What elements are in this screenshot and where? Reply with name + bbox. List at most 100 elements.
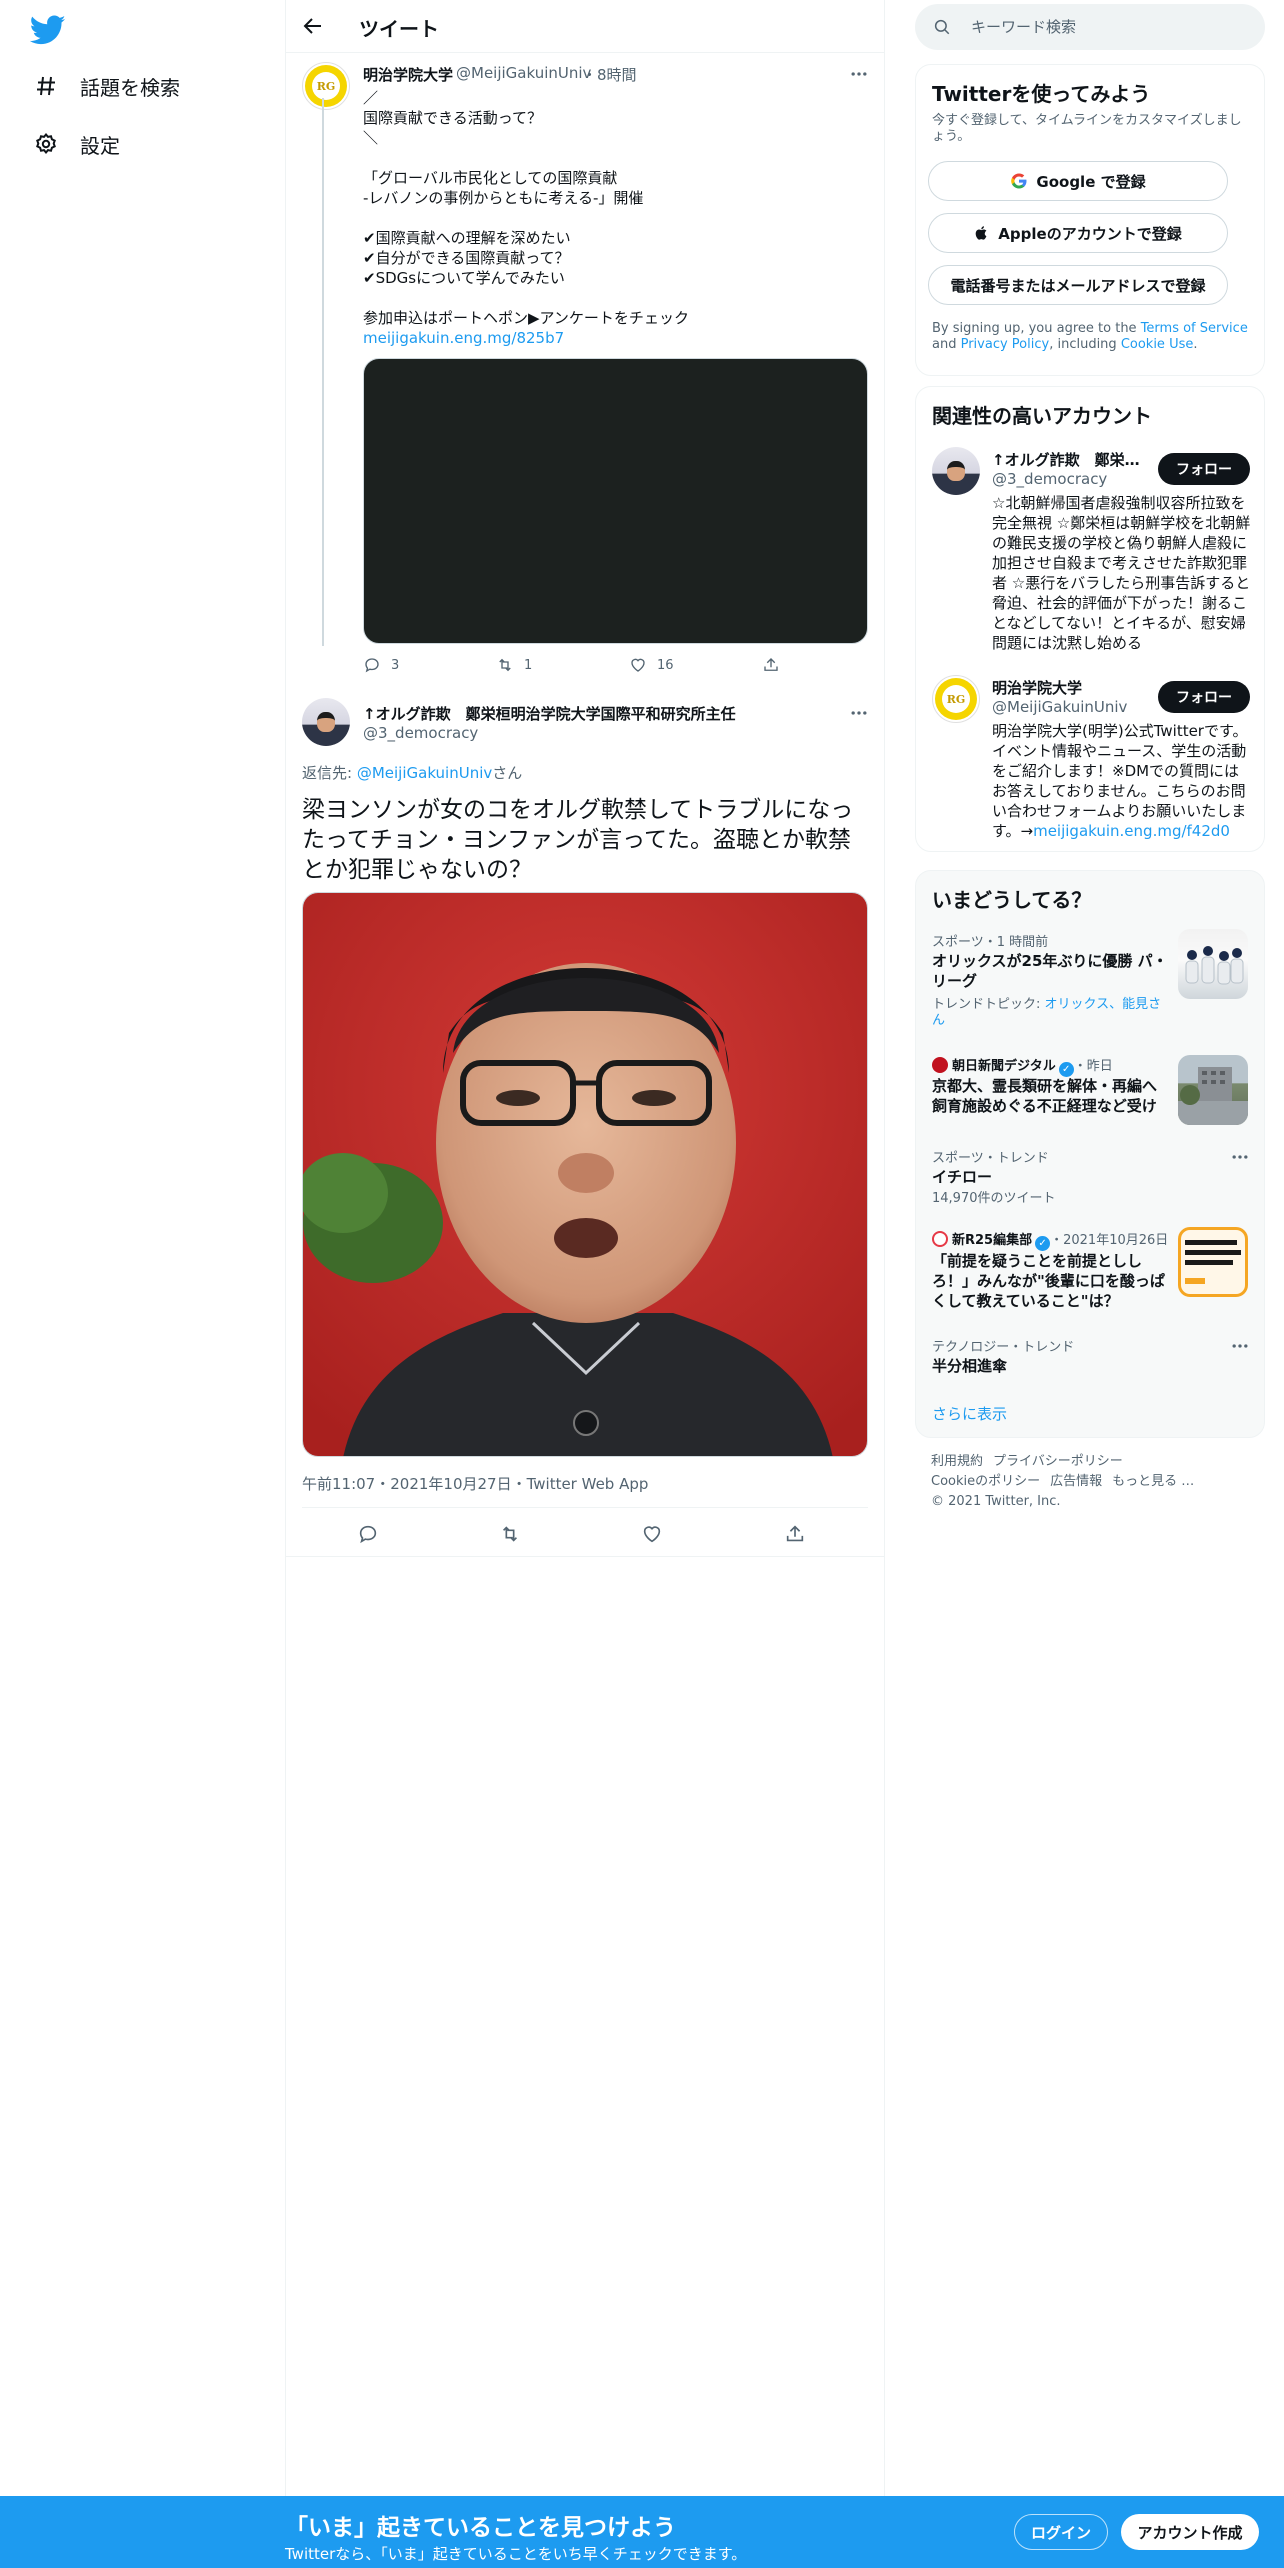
relevant-title: 関連性の高いアカウント: [932, 404, 1152, 428]
trend-title: 「前提を疑うことを前提とししろ！」みんなが"後輩に口を酸っぱくして教えていること…: [932, 1252, 1165, 1310]
back-arrow-icon[interactable]: [301, 14, 325, 38]
search-input[interactable]: [971, 4, 1251, 50]
left-nav: 話題を検索 設定: [0, 0, 285, 2568]
retweet-icon[interactable]: [499, 1523, 521, 1545]
avatar[interactable]: RG: [932, 675, 980, 723]
footer-link[interactable]: プライバシーポリシー: [993, 1454, 1123, 1469]
copyright: © 2021 Twitter, Inc.: [931, 1494, 1061, 1509]
trend-thumbnail: [1178, 1055, 1248, 1125]
more-options-icon[interactable]: [849, 703, 869, 723]
main-header: ツイート: [286, 0, 884, 53]
asahi-source-icon: [932, 1057, 948, 1073]
twitter-logo-icon[interactable]: [30, 12, 66, 48]
like-button[interactable]: 16: [629, 656, 739, 674]
tweet-actions: [302, 1518, 868, 1550]
signup-button[interactable]: アカウント作成: [1121, 2514, 1259, 2550]
login-button[interactable]: ログイン: [1014, 2514, 1108, 2550]
terms-link[interactable]: Terms of Service: [1141, 321, 1248, 336]
account-name[interactable]: ↑オルグ詐欺 鄭栄桓明治学院大学国際平和研究所主任: [992, 449, 1152, 470]
tweet-link[interactable]: meijigakuin.eng.mg/825b7: [363, 329, 564, 347]
share-icon: [764, 658, 778, 671]
tweet-author-handle[interactable]: @MeijiGakuinUniv: [456, 64, 591, 82]
reply-button[interactable]: 3: [363, 656, 473, 674]
r25-source-icon: [932, 1231, 948, 1247]
trend-meta: 朝日新聞デジタル ✓ ・昨日: [932, 1055, 1113, 1077]
divider: [302, 1507, 868, 1508]
phone-email-signup-button[interactable]: 電話番号またはメールアドレスで登録: [928, 265, 1228, 305]
more-options-icon[interactable]: [1230, 1147, 1250, 1167]
avatar[interactable]: RG: [302, 62, 350, 110]
privacy-link[interactable]: Privacy Policy: [961, 337, 1050, 352]
tweet-meta[interactable]: 午前11:07・2021年10月27日・Twitter Web App: [302, 1473, 648, 1494]
nav-settings[interactable]: 設定: [34, 124, 120, 164]
apple-icon: [974, 224, 990, 242]
tweet-text: 梁ヨンソンが女のコをオルグ軟禁してトラブルになったってチョン・ヨンファンが言って…: [302, 797, 854, 883]
reply-context: 返信先: @MeijiGakuinUnivさん: [302, 764, 523, 782]
tweet-photo[interactable]: [302, 892, 868, 1457]
google-signup-button[interactable]: Google で登録: [928, 161, 1228, 201]
trend-title: イチロー: [932, 1168, 993, 1186]
tweet-author-name[interactable]: 明治学院大学: [363, 64, 453, 85]
footer-links: 利用規約 プライバシーポリシー Cookieのポリシー 広告情報 もっと見る … © …: [931, 1452, 1251, 1512]
more-options-icon[interactable]: [849, 64, 869, 84]
tweet-media[interactable]: [363, 358, 868, 644]
search-icon: [934, 19, 950, 35]
nav-explore[interactable]: 話題を検索: [34, 66, 180, 106]
terms-text: By signing up, you agree to the Terms of…: [932, 321, 1248, 352]
app: 話題を検索 設定 ツイート RG 明治学院大学 @MeijiGakuinUniv…: [0, 0, 1284, 2568]
hashtag-icon: [37, 76, 55, 96]
verified-icon: ✓: [1058, 1062, 1074, 1077]
avatar[interactable]: [302, 698, 350, 746]
avatar[interactable]: [932, 447, 980, 495]
divider: [286, 1556, 884, 1557]
bio-link[interactable]: meijigakuin.eng.mg/f42d0: [1033, 822, 1230, 840]
share-icon[interactable]: [784, 1523, 806, 1545]
share-button[interactable]: [762, 656, 802, 674]
footer-link[interactable]: 広告情報: [1050, 1474, 1102, 1489]
nav-explore-label: 話題を検索: [80, 75, 180, 100]
signup-subtitle: 今すぐ登録して、タイムラインをカスタマイズしましょう。: [932, 113, 1242, 144]
thread-line: [322, 98, 324, 646]
apple-signup-button[interactable]: Appleのアカウントで登録: [928, 213, 1228, 253]
reply-icon: [365, 658, 379, 673]
signup-panel: Twitterを使ってみよう 今すぐ登録して、タイムラインをカスタマイズしましょ…: [915, 64, 1265, 376]
reply-to-link[interactable]: @MeijiGakuinUniv: [357, 764, 492, 782]
trend-meta: テクノロジー・トレンド: [932, 1340, 1075, 1355]
portrait-photo: [303, 893, 867, 1456]
cookie-link[interactable]: Cookie Use: [1121, 337, 1194, 352]
account-bio: 明治学院大学(明学)公式Twitterです。イベント情報やニュース、学生の活動を…: [992, 722, 1248, 840]
verified-icon: ✓: [1035, 1236, 1051, 1251]
relevant-accounts-panel: 関連性の高いアカウント ↑オルグ詐欺 鄭栄桓明治学院大学国際平和研究所主任 @3…: [915, 386, 1265, 852]
retweet-icon: [499, 658, 511, 672]
heart-icon[interactable]: [641, 1523, 663, 1545]
footer-link[interactable]: もっと見る …: [1112, 1474, 1194, 1489]
trend-meta: スポーツ・1 時間前: [932, 935, 1049, 950]
account-bio: ☆北朝鮮帰国者虐殺強制収容所拉致を完全無視 ☆鄭栄桓は朝鮮学校を北朝鮮の難民支援…: [992, 494, 1251, 652]
follow-button[interactable]: フォロー: [1158, 681, 1250, 713]
footer-link[interactable]: Cookieのポリシー: [931, 1474, 1040, 1489]
main-column: ツイート RG 明治学院大学 @MeijiGakuinUniv ・8時間 ／ 国…: [285, 0, 885, 2568]
footer-link[interactable]: 利用規約: [931, 1454, 983, 1469]
tweet-time[interactable]: ・8時間: [582, 64, 637, 85]
trend-meta: スポーツ・トレンド: [932, 1151, 1049, 1166]
trend-title: 京都大、霊長類研を解体・再編へ 飼育施設めぐる不正経理など受け: [932, 1077, 1173, 1115]
trend-sub: トレンドトピック: オリックス、能見さん: [932, 997, 1162, 1028]
trend-thumbnail: [1178, 929, 1248, 999]
google-icon: [1010, 172, 1028, 190]
trend-title: オリックスが25年ぶりに優勝 パ・リーグ: [932, 952, 1168, 990]
heart-icon: [631, 658, 645, 672]
more-options-icon[interactable]: [1230, 1336, 1250, 1356]
search-box: [915, 4, 1265, 50]
tweet-author-handle[interactable]: @3_democracy: [363, 724, 478, 742]
gear-icon: [36, 132, 56, 155]
account-name[interactable]: 明治学院大学: [992, 677, 1152, 698]
reply-icon[interactable]: [357, 1523, 379, 1545]
trend-meta: 新R25編集部 ✓ ・2021年10月26日: [932, 1229, 1168, 1251]
follow-button[interactable]: フォロー: [1158, 453, 1250, 485]
tweet-text: ／ 国際貢献できる活動って？ ＼ 「グローバル市民化としての国際貢献 -レバノン…: [363, 89, 689, 347]
bottom-signup-bar: 「いま」起きていることを見つけよう Twitterなら、「いま」起きていることを…: [0, 2496, 1284, 2568]
tweet-author-name[interactable]: ↑オルグ詐欺 鄭栄桓明治学院大学国際平和研究所主任: [363, 703, 736, 724]
retweet-button[interactable]: 1: [496, 656, 606, 674]
trend-title: 半分相進傘: [932, 1357, 1008, 1375]
show-more-link[interactable]: さらに表示: [932, 1403, 1007, 1424]
